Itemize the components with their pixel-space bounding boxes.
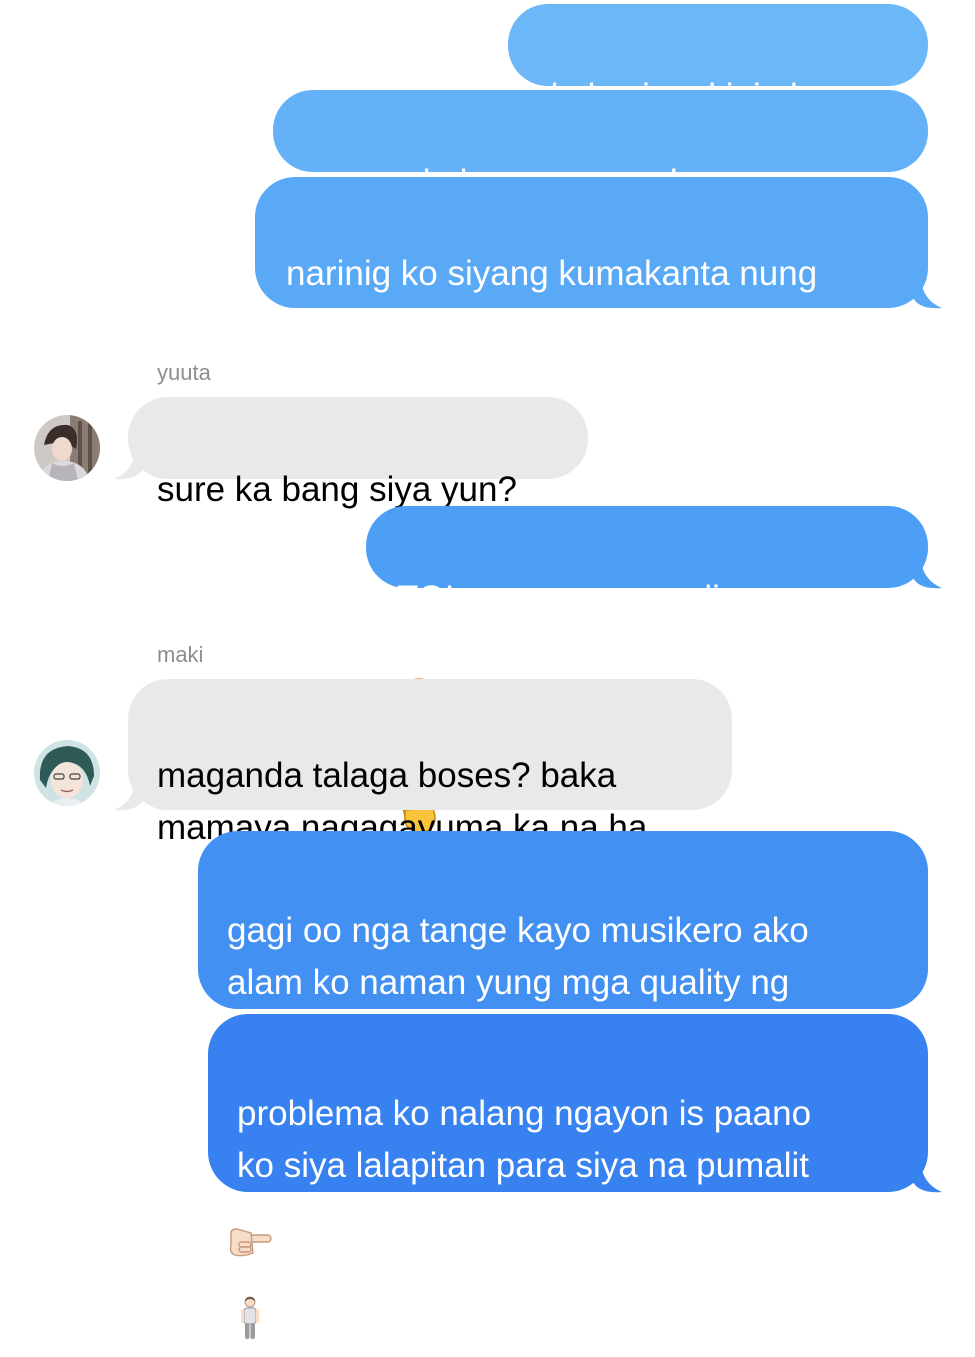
bubble-tail	[912, 556, 942, 589]
avatar[interactable]	[34, 740, 100, 806]
outgoing-message-bubble[interactable]: TOL my ears never lie	[366, 506, 928, 833]
message-text: narinig ko siyang kumakanta nung bumalik…	[286, 254, 818, 345]
bubble-tail	[114, 778, 144, 811]
outgoing-message-bubble[interactable]: narinig ko siyang kumakanta nung bumalik…	[255, 177, 928, 345]
incoming-message-bubble[interactable]: maganda talaga boses? baka mamaya nagaga…	[128, 679, 732, 847]
outgoing-message-bubble[interactable]: gagi oo nga tange kayo musikero ako alam…	[198, 831, 928, 1257]
bubble-tail	[912, 276, 942, 309]
sender-name: maki	[157, 642, 204, 667]
bubble-tail	[114, 447, 144, 480]
outgoing-message-bubble[interactable]: de kasi makinig kayo	[508, 4, 928, 116]
avatar[interactable]	[34, 415, 100, 481]
sender-name: yuuta	[157, 360, 211, 385]
outgoing-message-bubble[interactable]: maganda boses nun peksman	[273, 90, 928, 306]
message-text: TOL my ears never lie	[397, 579, 740, 618]
outgoing-message-bubble[interactable]: problema ko nalang ngayon is paano ko si…	[208, 1014, 928, 1339]
bubble-tail	[912, 1160, 942, 1193]
message-text: sure ka bang siya yun?	[157, 470, 517, 509]
person-standing-icon	[237, 1244, 263, 1357]
incoming-message-bubble[interactable]: sure ka bang siya yun?	[128, 397, 588, 509]
message-text: problema ko nalang ngayon is paano ko si…	[237, 1094, 812, 1237]
